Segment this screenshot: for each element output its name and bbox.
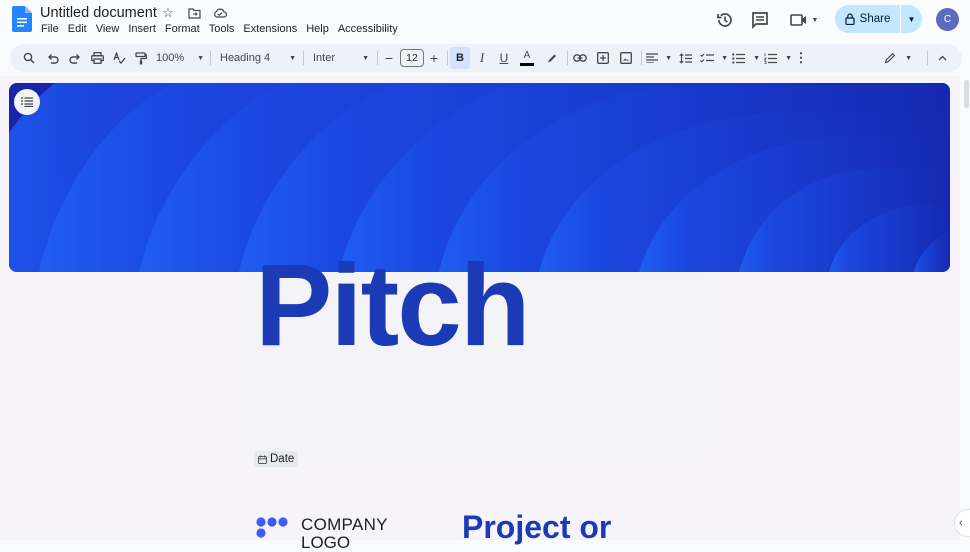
menu-insert[interactable]: Insert — [128, 23, 156, 35]
paragraph-style-select[interactable]: Heading 4 ▼ — [220, 47, 296, 69]
vertical-scrollbar[interactable] — [960, 76, 970, 540]
decrease-font-size-button[interactable]: − — [382, 47, 396, 69]
calendar-icon — [258, 455, 267, 464]
bulleted-list-select[interactable]: ▼ — [732, 47, 760, 69]
chevron-down-icon: ▼ — [197, 54, 204, 62]
share-options-button[interactable]: ▼ — [901, 5, 922, 33]
document-title[interactable]: Untitled document — [40, 5, 157, 21]
outline-icon — [21, 97, 33, 107]
meet-button[interactable]: ▼ — [787, 9, 821, 31]
share-button[interactable]: Share — [835, 5, 901, 33]
zoom-value: 100% — [156, 52, 185, 64]
insert-image-icon[interactable] — [617, 47, 635, 69]
font-select[interactable]: Inter ▼ — [313, 47, 369, 69]
increase-font-size-button[interactable]: + — [427, 47, 441, 69]
insert-link-icon[interactable] — [571, 47, 589, 69]
paragraph-style-value: Heading 4 — [220, 52, 271, 64]
lock-icon — [845, 13, 855, 25]
share-button-group: Share ▼ — [835, 5, 922, 33]
insert-comment-icon[interactable] — [594, 47, 612, 69]
chevron-down-icon: ▼ — [289, 54, 296, 62]
chevron-down-icon: ▼ — [721, 54, 728, 62]
menu-extensions[interactable]: Extensions — [243, 23, 297, 35]
menu-edit[interactable]: Edit — [68, 23, 87, 35]
chevron-down-icon: ▼ — [362, 54, 369, 62]
align-left-icon — [646, 53, 658, 63]
chevron-down-icon: ▼ — [785, 54, 792, 62]
checklist-icon — [700, 53, 714, 63]
editing-mode-select[interactable]: ▼ — [884, 47, 912, 69]
font-value: Inter — [313, 52, 336, 64]
menu-format[interactable]: Format — [165, 23, 200, 35]
italic-button[interactable]: I — [474, 47, 490, 69]
company-logo-text: COMPANY — [301, 515, 388, 534]
chevron-down-icon: ▼ — [753, 54, 760, 62]
numbered-list-icon — [764, 53, 777, 64]
text-color-glyph: A — [523, 49, 531, 61]
chevron-down-icon: ▼ — [665, 54, 672, 62]
docs-logo-icon[interactable] — [12, 6, 32, 32]
pencil-icon — [884, 52, 896, 64]
document-outline-button[interactable] — [14, 89, 40, 115]
align-select[interactable]: ▼ — [646, 47, 672, 69]
top-bar: Untitled document ☆ File Edit View Inser… — [0, 0, 970, 42]
chevron-down-icon: ▼ — [811, 16, 819, 24]
menu-accessibility[interactable]: Accessibility — [338, 23, 398, 35]
meet-icon — [789, 14, 806, 26]
company-logo-text-line2: LOGO — [301, 533, 351, 552]
formatting-toolbar: 100% ▼ Heading 4 ▼ Inter ▼ − 12 + B I U … — [10, 44, 962, 72]
project-heading[interactable]: Project or — [462, 511, 611, 543]
avatar[interactable]: C — [936, 8, 959, 31]
version-history-icon[interactable] — [714, 9, 736, 31]
spellcheck-icon[interactable] — [110, 47, 128, 69]
print-icon[interactable] — [88, 47, 106, 69]
text-color-button[interactable]: A — [518, 47, 536, 69]
highlight-color-icon[interactable] — [543, 47, 561, 69]
paint-format-icon[interactable] — [132, 47, 150, 69]
company-logo-icon — [256, 517, 290, 541]
undo-icon[interactable] — [44, 47, 62, 69]
line-spacing-icon[interactable] — [676, 47, 694, 69]
share-label: Share — [859, 13, 891, 25]
menu-bar: File Edit View Insert Format Tools Exten… — [41, 23, 407, 35]
hide-menus-chevron-up-icon[interactable] — [934, 47, 950, 69]
document-title-heading[interactable]: Pitch — [255, 247, 531, 363]
redo-icon[interactable] — [66, 47, 84, 69]
move-to-folder-icon[interactable] — [186, 5, 202, 21]
cloud-saved-icon[interactable] — [212, 5, 228, 21]
font-size-input[interactable]: 12 — [400, 49, 424, 67]
bulleted-list-icon — [732, 52, 745, 64]
text-color-swatch — [520, 62, 534, 66]
menu-help[interactable]: Help — [306, 23, 329, 35]
menu-view[interactable]: View — [96, 23, 120, 35]
bold-button[interactable]: B — [450, 47, 470, 69]
search-menus-icon[interactable] — [20, 47, 38, 69]
zoom-select[interactable]: 100% ▼ — [156, 47, 204, 69]
menu-tools[interactable]: Tools — [209, 23, 235, 35]
star-icon[interactable]: ☆ — [160, 5, 176, 21]
chevron-down-icon: ▼ — [905, 54, 912, 62]
menu-file[interactable]: File — [41, 23, 59, 35]
underline-button[interactable]: U — [496, 47, 512, 69]
date-chip-label: Date — [270, 453, 295, 465]
date-chip[interactable]: Date — [254, 451, 299, 467]
comments-icon[interactable] — [749, 9, 771, 31]
checklist-select[interactable]: ▼ — [700, 47, 728, 69]
numbered-list-select[interactable]: ▼ — [764, 47, 792, 69]
scrollbar-thumb[interactable] — [964, 80, 969, 108]
more-options-button[interactable]: ⋮ — [795, 47, 808, 69]
